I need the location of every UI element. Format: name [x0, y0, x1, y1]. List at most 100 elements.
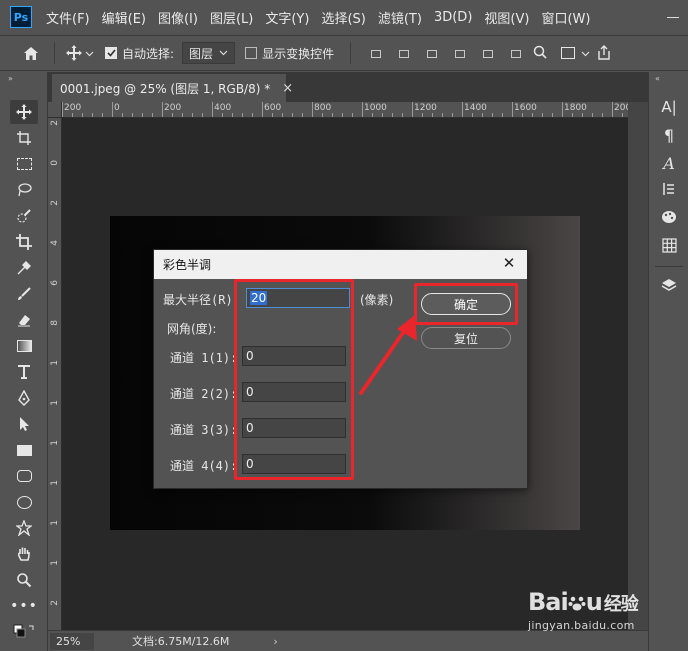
ruler-tick [62, 102, 63, 117]
menu-edit[interactable]: 编辑(E) [102, 8, 146, 27]
ruler-tick [502, 113, 503, 117]
ruler-label: 1 [50, 360, 60, 366]
rectangle-tool-icon[interactable] [10, 438, 38, 462]
document-info: 文档:6.75M/12.6M [132, 635, 230, 648]
artboard-tool-icon[interactable] [10, 126, 38, 150]
eyedropper-tool-icon[interactable] [10, 256, 38, 280]
ruler-label: 1800 [564, 103, 587, 113]
search-icon[interactable] [533, 45, 549, 61]
zoom-level[interactable]: 25% [50, 632, 94, 650]
channel-1-label: 通道 1(1): [170, 351, 238, 365]
pen-tool-icon[interactable] [10, 386, 38, 410]
menu-image[interactable]: 图像(I) [158, 8, 198, 27]
history-panel-icon[interactable] [657, 178, 681, 200]
align-left-icon[interactable] [369, 46, 383, 60]
close-icon[interactable]: × [282, 81, 293, 96]
align-center-icon[interactable] [397, 46, 411, 60]
share-icon[interactable] [597, 45, 613, 61]
ruler-tick [622, 113, 623, 117]
chevron-right-icon[interactable]: › [273, 635, 277, 648]
ruler-tick [152, 113, 153, 117]
auto-select-label: 自动选择: [122, 46, 175, 61]
auto-select-target-select[interactable]: 图层 [182, 42, 236, 64]
menu-file[interactable]: 文件(F) [46, 8, 90, 27]
vertical-scrollbar[interactable] [628, 102, 648, 630]
path-select-tool-icon[interactable] [10, 412, 38, 436]
ruler-tick [382, 113, 383, 117]
ruler-label: 1 [50, 520, 60, 526]
home-icon[interactable] [16, 38, 46, 68]
character-panel-icon[interactable]: A| [657, 96, 681, 118]
document-tab[interactable]: 0001.jpeg @ 25% (图层 1, RGB/8) * × [52, 74, 293, 102]
align-buttons [369, 46, 523, 60]
ruler-tick [182, 113, 183, 117]
marquee-tool-icon[interactable] [10, 152, 38, 176]
lasso-tool-icon[interactable] [10, 178, 38, 202]
move-tool-icon[interactable] [10, 100, 38, 124]
ruler-tick [202, 113, 203, 117]
collapse-icon[interactable]: « [655, 74, 660, 83]
watermark-brand-a: Bai [528, 588, 569, 616]
menu-3d[interactable]: 3D(D) [434, 10, 472, 25]
ruler-label: 6 [50, 280, 60, 286]
glyphs-panel-icon[interactable]: A [657, 152, 681, 174]
paw-icon [568, 596, 586, 611]
workspace-icon[interactable] [561, 47, 576, 59]
ruler-tick [582, 113, 583, 117]
color-panel-icon[interactable] [657, 206, 681, 228]
ruler-tick [222, 113, 223, 117]
chevron-down-icon[interactable] [581, 46, 591, 60]
crop-tool-icon[interactable] [10, 230, 38, 254]
menu-window[interactable]: 窗口(W) [541, 8, 590, 27]
swatches-panel-icon[interactable] [657, 234, 681, 256]
show-transform-checkbox[interactable] [245, 47, 258, 59]
dialog-title: 彩色半调 [163, 258, 212, 272]
menu-view[interactable]: 视图(V) [484, 8, 529, 27]
ruler-tick [232, 113, 233, 117]
right-panel-strip: « A| ¶ A [648, 72, 688, 651]
ruler-tick [352, 113, 353, 117]
eraser-tool-icon[interactable] [10, 308, 38, 332]
screen-angles-label: 网角(度): [167, 322, 217, 336]
menu-layer[interactable]: 图层(L) [210, 8, 253, 27]
move-tool-icon[interactable] [63, 42, 85, 64]
collapse-icon[interactable]: » [8, 74, 13, 83]
ruler-label: 400 [214, 103, 232, 113]
hand-tool-icon[interactable] [10, 542, 38, 566]
paragraph-panel-icon[interactable]: ¶ [657, 124, 681, 146]
ruler-tick [432, 113, 433, 117]
max-radius-label: 最大半径(R): [163, 293, 240, 307]
more-tools-icon[interactable]: ••• [10, 594, 38, 618]
layers-panel-icon[interactable] [657, 274, 681, 296]
ruler-label: 600 [264, 103, 282, 113]
quick-select-tool-icon[interactable] [10, 204, 38, 228]
chevron-down-icon[interactable] [85, 46, 97, 60]
menu-select[interactable]: 选择(S) [321, 8, 365, 27]
minimize-icon[interactable] [666, 10, 680, 24]
channel-3-label: 通道 3(3): [170, 423, 238, 437]
type-tool-icon[interactable] [10, 360, 38, 384]
vertical-ruler: 2 0 2 4 6 8 1 1 1 1 1 1 2 [48, 118, 62, 630]
menu-filter[interactable]: 滤镜(T) [378, 8, 422, 27]
close-icon[interactable]: ✕ [501, 255, 517, 271]
rounded-rect-tool-icon[interactable] [10, 464, 38, 488]
custom-shape-tool-icon[interactable] [10, 516, 38, 540]
align-middle-icon[interactable] [509, 46, 523, 60]
menu-type[interactable]: 文字(Y) [265, 8, 309, 27]
color-swatch-icon[interactable] [10, 620, 38, 644]
align-top-icon[interactable] [481, 46, 495, 60]
annotation-arrow-icon [359, 315, 417, 395]
distribute-icon[interactable] [453, 46, 467, 60]
ruler-label: 0 [114, 103, 120, 113]
horizontal-ruler: 2000200400600800100012001400160018002000 [62, 102, 628, 118]
document-tab-bar: 0001.jpeg @ 25% (图层 1, RGB/8) * × [48, 72, 648, 102]
zoom-tool-icon[interactable] [10, 568, 38, 592]
ruler-tick [212, 102, 213, 117]
brush-tool-icon[interactable] [10, 282, 38, 306]
ellipse-tool-icon[interactable] [10, 490, 38, 514]
auto-select-checkbox[interactable] [105, 47, 117, 59]
gradient-tool-icon[interactable] [10, 334, 38, 358]
ruler-tick [472, 113, 473, 117]
ruler-corner [48, 102, 62, 118]
align-right-icon[interactable] [425, 46, 439, 60]
